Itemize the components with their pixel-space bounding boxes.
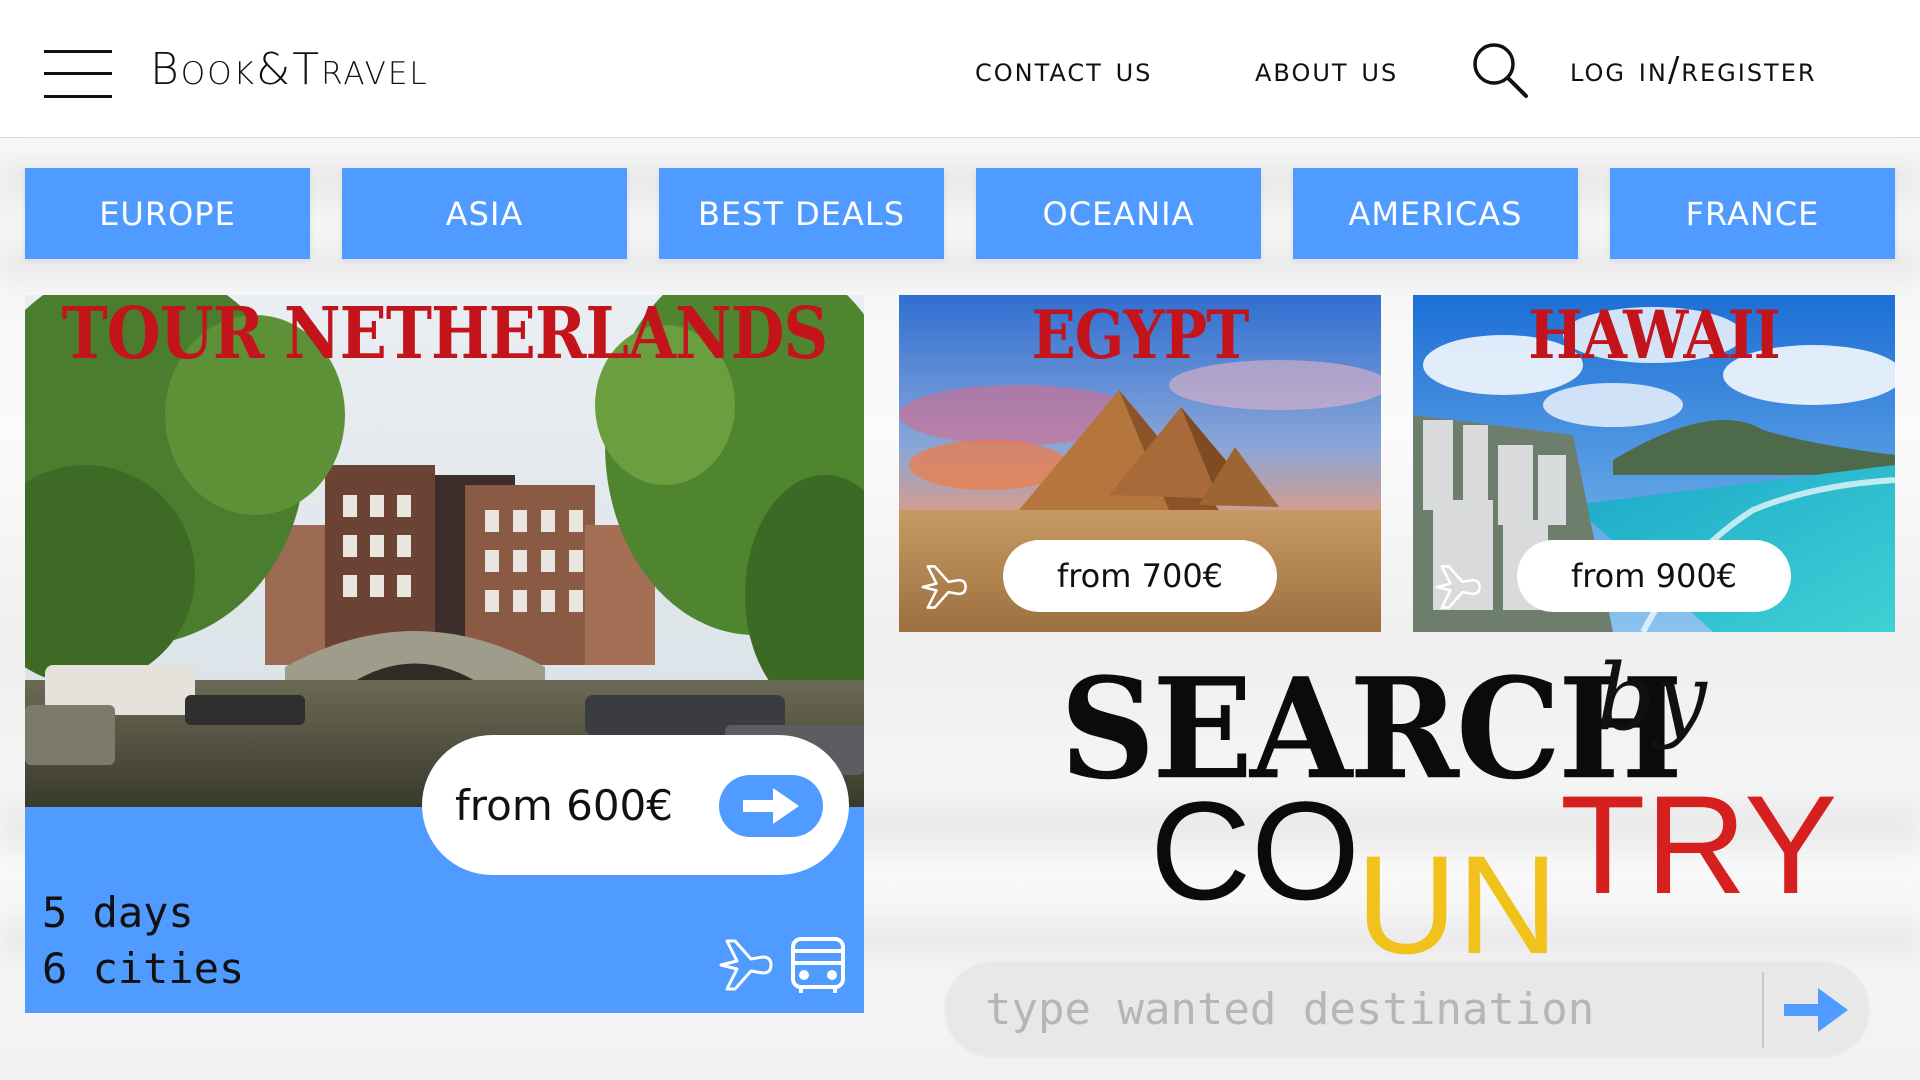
- brand-logo[interactable]: Book&Travel: [150, 44, 429, 95]
- hawaii-price-pill[interactable]: from 900€: [1517, 540, 1791, 612]
- airplane-icon: [1435, 565, 1481, 609]
- transport-icons: [719, 937, 845, 993]
- destination-search-input[interactable]: [985, 974, 1765, 1044]
- search-by-text: by: [1596, 644, 1707, 751]
- destination-search-bar: [945, 962, 1869, 1056]
- search-submit-arrow-icon[interactable]: [1780, 980, 1852, 1040]
- nav-about-us[interactable]: ABOUT US: [1255, 50, 1398, 90]
- search-divider: [1762, 972, 1764, 1048]
- hawaii-card[interactable]: HAWAII from 900€: [1413, 295, 1895, 632]
- category-asia-button[interactable]: ASIA: [342, 168, 627, 259]
- arrow-right-icon[interactable]: [719, 775, 823, 837]
- category-oceania-button[interactable]: OCEANIA: [976, 168, 1261, 259]
- category-best-deals-button[interactable]: BEST DEALS: [659, 168, 944, 259]
- featured-tour-title: TOUR NETHERLANDS: [61, 295, 829, 376]
- airplane-icon: [719, 939, 773, 991]
- nav-contact-us[interactable]: CONTACT US: [975, 50, 1152, 90]
- category-france-button[interactable]: FRANCE: [1610, 168, 1895, 259]
- egypt-card[interactable]: EGYPT from 700€: [899, 295, 1381, 632]
- top-header: Book&Travel CONTACT US ABOUT US LOG IN/R…: [0, 0, 1920, 138]
- search-icon[interactable]: [1470, 40, 1530, 100]
- featured-tour-card[interactable]: TOUR NETHERLANDS from 600€ 5 days 6 citi…: [25, 295, 864, 1013]
- egypt-title: EGYPT: [1031, 295, 1250, 375]
- tour-cities: 6 cities: [42, 944, 245, 993]
- category-americas-button[interactable]: AMERICAS: [1293, 168, 1578, 259]
- country-part-co: CO: [1150, 772, 1360, 929]
- category-europe-button[interactable]: EUROPE: [25, 168, 310, 259]
- featured-price-pill[interactable]: from 600€: [422, 735, 849, 875]
- airplane-icon: [921, 565, 967, 609]
- nav-login-register[interactable]: LOG IN/REGISTER: [1570, 50, 1817, 90]
- egypt-price-pill[interactable]: from 700€: [1003, 540, 1277, 612]
- hawaii-title: HAWAII: [1528, 295, 1781, 375]
- featured-tour-details: 5 days 6 cities: [42, 885, 244, 997]
- country-part-try: TRY: [1560, 766, 1838, 923]
- bus-icon: [791, 937, 845, 993]
- featured-price: from 600€: [455, 780, 673, 830]
- hamburger-menu-icon[interactable]: [44, 50, 112, 98]
- tour-days: 5 days: [42, 888, 194, 937]
